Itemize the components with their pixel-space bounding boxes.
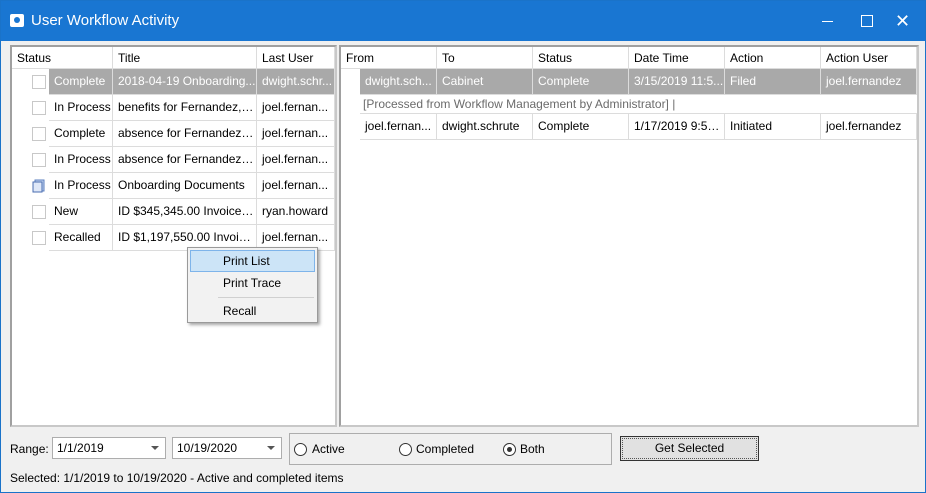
radio-both[interactable]	[503, 443, 516, 456]
maximize-button[interactable]	[849, 1, 884, 41]
workflow-trace-panel[interactable]: From To Status Date Time Action Action U…	[339, 45, 919, 427]
row-cell-status: In Process	[49, 173, 113, 199]
row-cell-status: In Process	[49, 147, 113, 173]
chevron-down-icon[interactable]	[151, 446, 159, 450]
row-cell-title: 2018-04-19 Onboarding...	[113, 69, 257, 95]
workflow-list-panel[interactable]: Status Title Last User Complete 2018-04-1…	[10, 45, 337, 427]
status-bar-text: Selected: 1/1/2019 to 10/19/2020 - Activ…	[10, 471, 344, 485]
menu-separator	[218, 297, 314, 298]
trace-cell-action-user: joel.fernandez	[821, 69, 917, 95]
close-button[interactable]: ✕	[885, 1, 920, 41]
row-cell-status: Complete	[49, 69, 113, 95]
end-date-value: 10/19/2020	[177, 441, 238, 455]
trace-note: [Processed from Workflow Management by A…	[360, 95, 917, 114]
minimize-button[interactable]	[810, 1, 845, 41]
trace-cell-to: Cabinet	[437, 69, 533, 95]
row-cell-last-user: joel.fernan...	[257, 147, 335, 173]
menu-item-print-trace[interactable]: Print Trace	[190, 272, 315, 294]
column-header-date-time[interactable]: Date Time	[629, 47, 725, 69]
column-header-from[interactable]: From	[341, 47, 437, 69]
trace-cell-action-user: joel.fernandez	[821, 114, 917, 140]
column-header-status[interactable]: Status	[12, 47, 113, 69]
column-header-action[interactable]: Action	[725, 47, 821, 69]
workflow-row[interactable]: Complete 2018-04-19 Onboarding... dwight.s…	[12, 69, 335, 95]
trace-cell-status: Complete	[533, 114, 629, 140]
trace-cell-status: Complete	[533, 69, 629, 95]
column-header-action-user[interactable]: Action User	[821, 47, 917, 69]
radio-label-both[interactable]: Both	[520, 442, 545, 456]
trace-cell-from: dwight.sch...	[360, 69, 437, 95]
app-icon	[10, 14, 24, 27]
trace-cell-date-time: 1/17/2019 9:50:...	[629, 114, 725, 140]
trace-cell-action: Initiated	[725, 114, 821, 140]
row-cell-title: Onboarding Documents	[113, 173, 257, 199]
row-cell-last-user: dwight.schr...	[257, 69, 335, 95]
row-cell-title: benefits for Fernandez, J...	[113, 95, 257, 121]
trace-cell-to: dwight.schrute	[437, 114, 533, 140]
column-header-to[interactable]: To	[437, 47, 533, 69]
get-selected-button[interactable]: Get Selected	[620, 436, 759, 461]
start-date-combo[interactable]: 1/1/2019	[52, 437, 166, 459]
trace-row[interactable]: joel.fernan... dwight.schrute Complete 1…	[360, 114, 917, 140]
row-cell-status: Complete	[49, 121, 113, 147]
trace-row[interactable]: dwight.sch... Cabinet Complete 3/15/2019…	[360, 69, 917, 95]
workflow-row[interactable]: New ID $345,345.00 Invoice T... ryan.howar…	[12, 199, 335, 225]
chevron-down-icon[interactable]	[267, 446, 275, 450]
workflow-row[interactable]: In Process absence for Fernandez, ... joel…	[12, 147, 335, 173]
row-cell-last-user: ryan.howard	[257, 199, 335, 225]
row-checkbox[interactable]	[32, 205, 46, 219]
window-title: User Workflow Activity	[31, 12, 180, 29]
row-cell-last-user: joel.fernan...	[257, 173, 335, 199]
context-menu: Print List Print Trace Recall	[187, 247, 318, 323]
trace-cell-date-time: 3/15/2019 11:5...	[629, 69, 725, 95]
column-header-last-user[interactable]: Last User	[257, 47, 335, 69]
row-checkbox[interactable]	[32, 127, 46, 141]
radio-label-completed[interactable]: Completed	[416, 442, 474, 456]
radio-completed[interactable]	[399, 443, 412, 456]
column-header-status[interactable]: Status	[533, 47, 629, 69]
app-window: User Workflow Activity ✕ Status Title La…	[0, 0, 926, 493]
radio-active[interactable]	[294, 443, 307, 456]
row-cell-title: absence for Fernandez, ...	[113, 147, 257, 173]
row-checkbox[interactable]	[32, 231, 46, 245]
status-filter-group: Active Completed Both	[289, 433, 612, 465]
row-cell-title: ID $345,345.00 Invoice T...	[113, 199, 257, 225]
workflow-row[interactable]: In Process Onboarding Documents joel.ferna…	[12, 173, 335, 199]
menu-item-recall[interactable]: Recall	[190, 300, 315, 322]
row-cell-title: absence for Fernandez, ...	[113, 121, 257, 147]
document-icon	[32, 179, 45, 193]
row-cell-status: In Process	[49, 95, 113, 121]
row-cell-status: Recalled	[49, 225, 113, 251]
row-cell-last-user: joel.fernan...	[257, 121, 335, 147]
trace-cell-from: joel.fernan...	[360, 114, 437, 140]
range-label: Range:	[10, 442, 49, 456]
workflow-row[interactable]: In Process benefits for Fernandez, J... jo…	[12, 95, 335, 121]
row-cell-last-user: joel.fernan...	[257, 95, 335, 121]
row-checkbox[interactable]	[32, 153, 46, 167]
menu-item-print-list[interactable]: Print List	[190, 250, 315, 272]
trace-cell-action: Filed	[725, 69, 821, 95]
row-cell-status: New	[49, 199, 113, 225]
title-bar: User Workflow Activity ✕	[1, 1, 925, 41]
end-date-combo[interactable]: 10/19/2020	[172, 437, 282, 459]
column-header-title[interactable]: Title	[113, 47, 257, 69]
row-checkbox[interactable]	[32, 75, 46, 89]
start-date-value: 1/1/2019	[57, 441, 104, 455]
workflow-row[interactable]: Complete absence for Fernandez, ... joel.f…	[12, 121, 335, 147]
row-checkbox[interactable]	[32, 101, 46, 115]
radio-label-active[interactable]: Active	[312, 442, 345, 456]
